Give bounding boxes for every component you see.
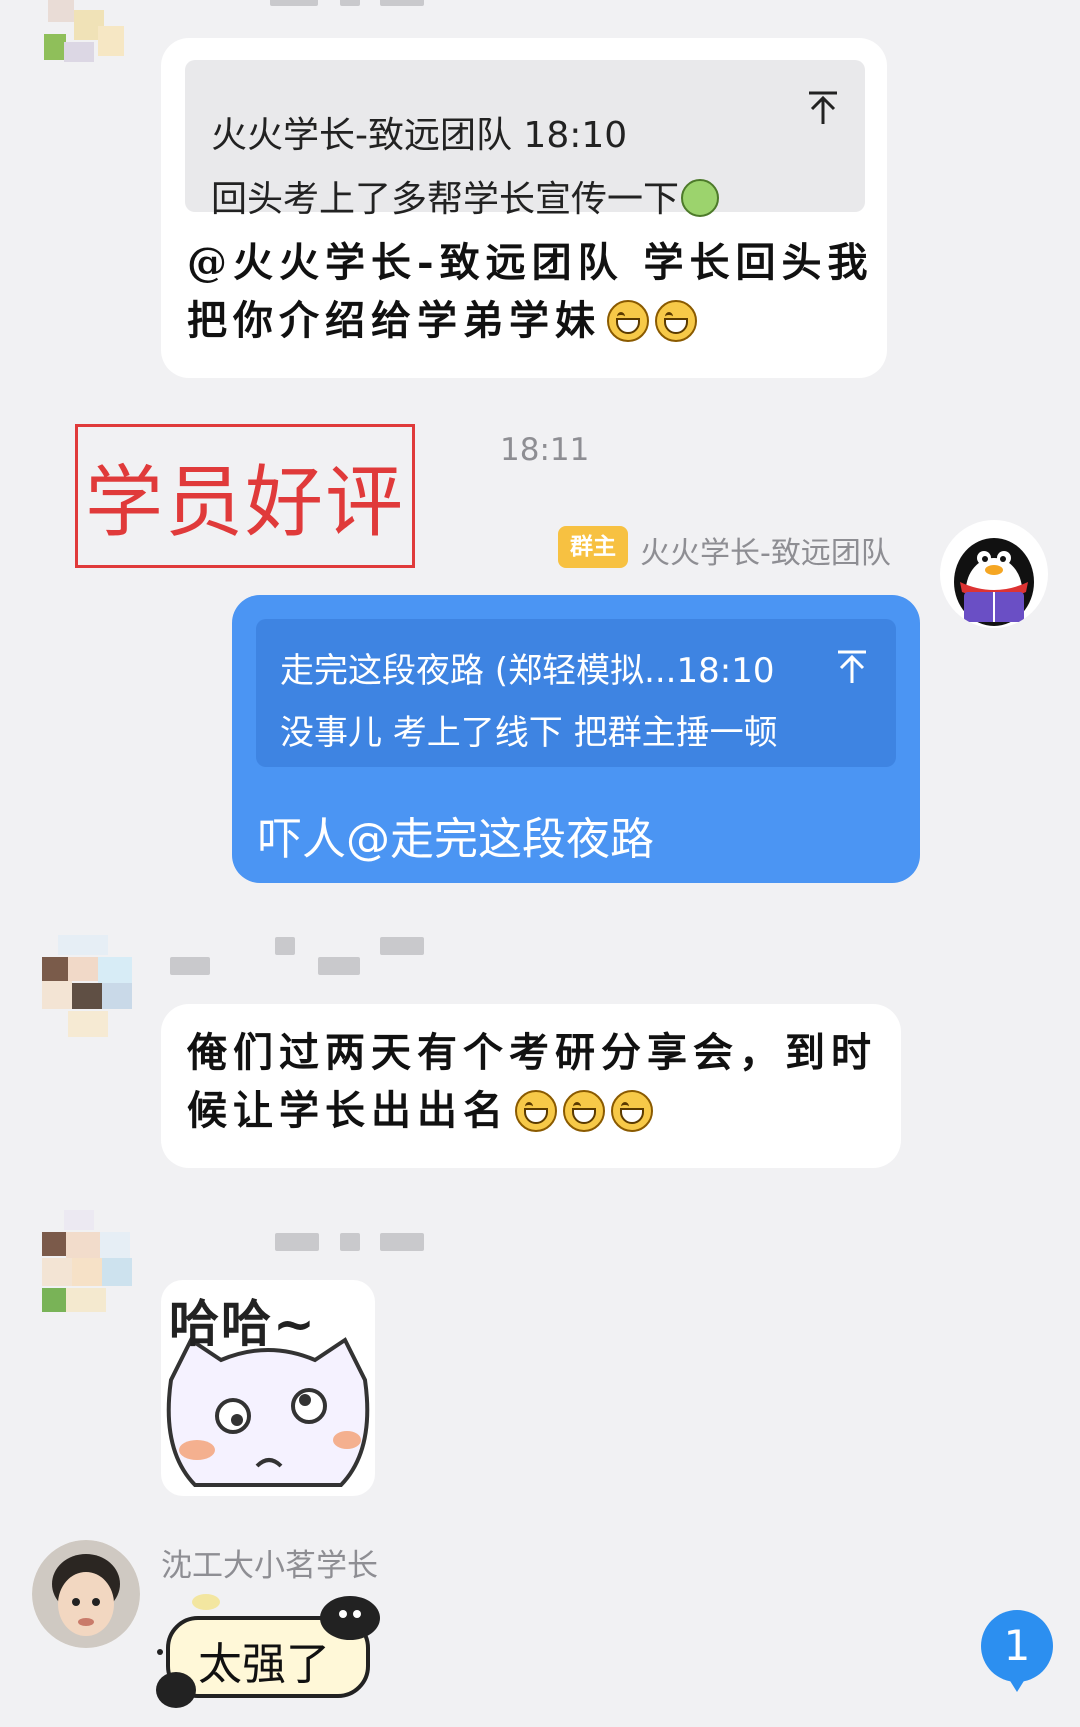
unread-count: 1 — [1003, 1621, 1031, 1670]
unread-count-button[interactable]: 1 — [981, 1610, 1053, 1692]
sender-name-redacted — [340, 0, 360, 6]
sender-name-redacted — [318, 957, 360, 975]
pin-to-top-icon[interactable] — [803, 88, 843, 128]
message-bubble[interactable]: 火火学长-致远团队 18:10 回头考上了多帮学长宣传一下 @火火学长-致远团队… — [161, 38, 887, 378]
grin-emoji-icon — [607, 300, 649, 342]
quoted-reply[interactable]: 走完这段夜路 (郑轻模拟...18:10 没事儿 考上了线下 把群主捶一顿 — [256, 619, 896, 767]
message-text: @火火学长-致远团队 学长回头我 把你介绍给学弟学妹 — [187, 239, 874, 344]
quote-text: 没事儿 考上了线下 把群主捶一顿 — [280, 713, 778, 753]
grin-emoji-icon — [563, 1090, 605, 1132]
time-divider: 18:11 — [500, 432, 590, 468]
pin-to-top-icon[interactable] — [832, 647, 872, 687]
review-stamp: 学员好评 — [75, 424, 415, 568]
sticker-text: 哈哈~ — [169, 1295, 317, 1353]
sender-name-redacted — [380, 0, 424, 6]
grin-emoji-icon — [655, 300, 697, 342]
sender-name-redacted — [275, 937, 295, 955]
sender-name-redacted — [275, 1233, 319, 1251]
message-bubble-self[interactable]: 走完这段夜路 (郑轻模拟...18:10 没事儿 考上了线下 把群主捶一顿 吓人… — [232, 595, 920, 883]
sender-name-redacted — [380, 937, 424, 955]
sender-name-redacted — [270, 0, 318, 6]
penguin-avatar-icon[interactable] — [940, 520, 1048, 628]
message-text: 俺们过两天有个考研分享会，到时 候让学长出出名 — [187, 1029, 877, 1134]
sticker-image[interactable]: 哈哈~ — [161, 1280, 375, 1496]
quoted-reply[interactable]: 火火学长-致远团队 18:10 回头考上了多帮学长宣传一下 — [185, 60, 865, 220]
owner-badge: 群主 — [558, 526, 628, 568]
review-stamp-label: 学员好评 — [84, 458, 405, 548]
avatar[interactable] — [38, 1210, 138, 1320]
message-bubble[interactable]: 俺们过两天有个考研分享会，到时 候让学长出出名 — [161, 1004, 901, 1168]
grin-emoji-icon — [611, 1090, 653, 1132]
avatar[interactable] — [32, 1540, 140, 1648]
sender-name[interactable]: 沈工大小茗学长 — [161, 1540, 378, 1585]
green-sticker-emoji-icon — [681, 179, 720, 217]
avatar[interactable] — [38, 935, 138, 1045]
sender-name-redacted — [380, 1233, 424, 1251]
sticker-image[interactable]: 太强了 — [150, 1592, 390, 1712]
sender-name-redacted — [170, 957, 210, 975]
sticker-text: 太强了 — [198, 1639, 330, 1690]
quote-author-time: 走完这段夜路 (郑轻模拟...18:10 — [280, 651, 775, 691]
grin-emoji-icon — [515, 1090, 557, 1132]
quote-text: 回头考上了多帮学长宣传一下 — [211, 170, 720, 222]
sender-name[interactable]: 火火学长-致远团队 — [640, 528, 891, 572]
sender-name-redacted — [340, 1233, 360, 1251]
avatar[interactable] — [38, 0, 128, 70]
quote-author-time: 火火学长-致远团队 18:10 — [211, 115, 628, 156]
message-text: 吓人@走完这段夜路 — [258, 814, 654, 865]
